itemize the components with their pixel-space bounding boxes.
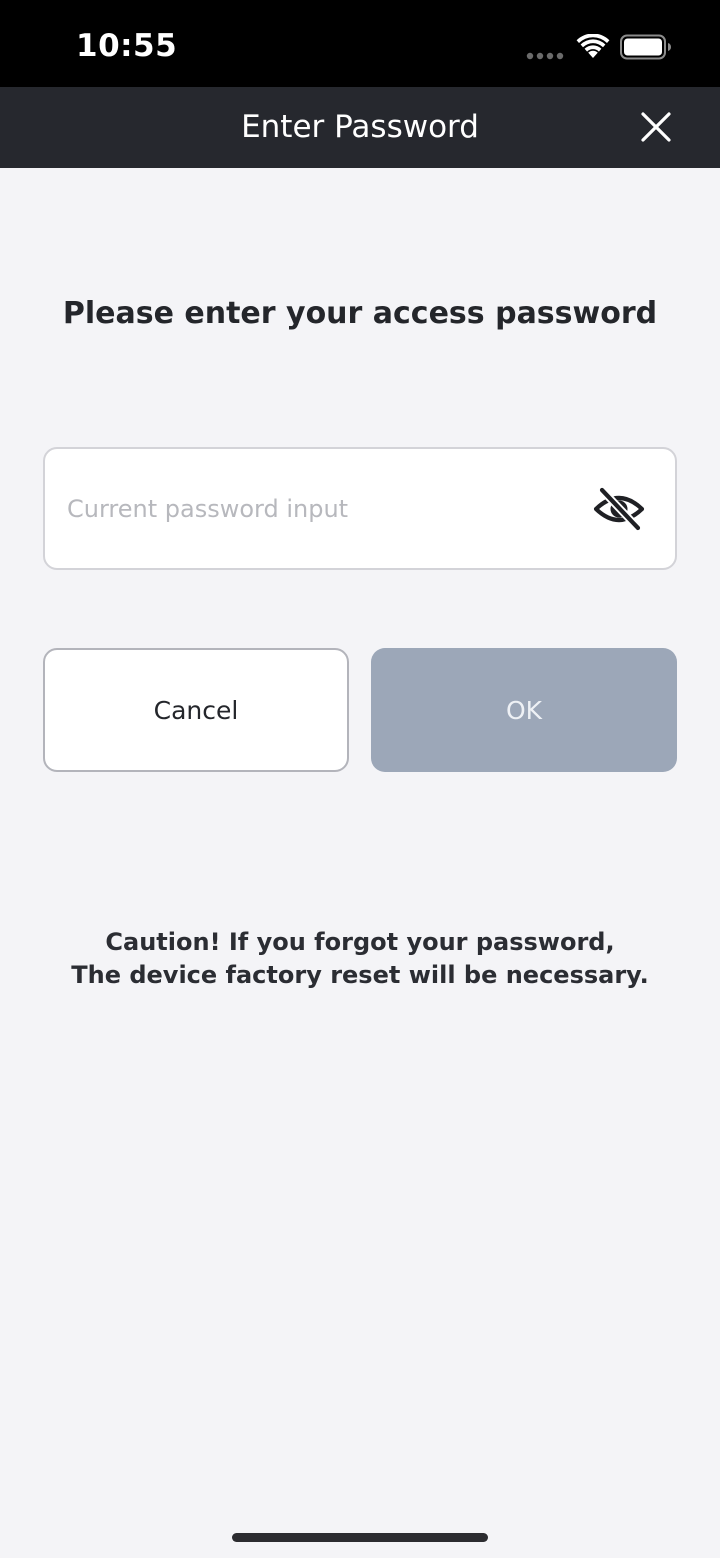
close-button[interactable] (630, 101, 682, 153)
password-screen: 10:55 Enter Password Please enter your a… (0, 0, 720, 1558)
visibility-toggle-button[interactable] (591, 483, 647, 535)
eye-off-icon (593, 486, 645, 532)
header-title: Enter Password (241, 109, 479, 145)
caution-message: Caution! If you forgot your password, Th… (0, 926, 720, 992)
cellular-signal-icon (526, 52, 564, 60)
header-bar: Enter Password (0, 87, 720, 168)
password-field[interactable] (43, 447, 677, 570)
ok-button[interactable]: OK (371, 648, 677, 772)
caution-line-2: The device factory reset will be necessa… (71, 961, 649, 989)
caution-line-1: Caution! If you forgot your password, (105, 928, 615, 956)
battery-icon (620, 34, 671, 60)
password-input[interactable] (67, 449, 587, 568)
status-bar: 10:55 (0, 0, 720, 87)
status-time: 10:55 (76, 28, 178, 64)
wifi-icon (576, 34, 610, 58)
close-icon (641, 112, 671, 142)
home-indicator[interactable] (232, 1533, 488, 1542)
prompt-text: Please enter your access password (62, 296, 658, 331)
cancel-button[interactable]: Cancel (43, 648, 349, 772)
